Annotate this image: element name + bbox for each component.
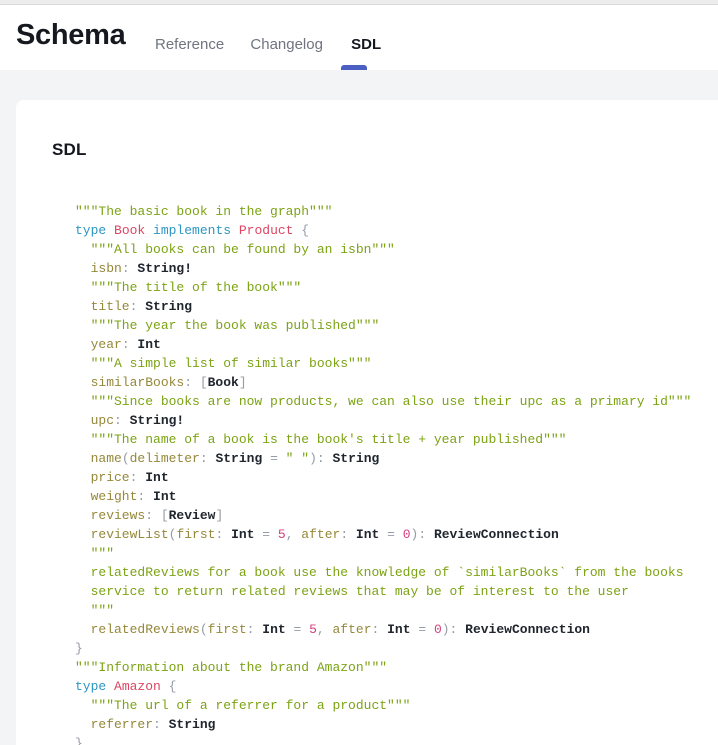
code-line: similarBooks: [Book] — [75, 373, 718, 392]
code-line: type Book implements Product { — [75, 221, 718, 240]
code-line: relatedReviews for a book use the knowle… — [75, 563, 718, 582]
code-line: """All books can be found by an isbn""" — [75, 240, 718, 259]
code-line: } — [75, 639, 718, 658]
code-line: """ — [75, 544, 718, 563]
tab-bar: Reference Changelog SDL — [155, 36, 381, 53]
code-line: name(delimeter: String = " "): String — [75, 449, 718, 468]
code-line: """ — [75, 601, 718, 620]
code-line: """The name of a book is the book's titl… — [75, 430, 718, 449]
code-line: price: Int — [75, 468, 718, 487]
page-header: Schema Reference Changelog SDL — [0, 5, 718, 71]
code-line: isbn: String! — [75, 259, 718, 278]
page-title: Schema — [16, 17, 125, 53]
sdl-card: SDL """The basic book in the graph"""typ… — [16, 100, 718, 745]
code-line: """A simple list of similar books""" — [75, 354, 718, 373]
code-line: """The year the book was published""" — [75, 316, 718, 335]
sdl-code-block: """The basic book in the graph"""type Bo… — [75, 202, 718, 745]
code-line: type Amazon { — [75, 677, 718, 696]
code-line: title: String — [75, 297, 718, 316]
code-line: """The url of a referrer for a product""… — [75, 696, 718, 715]
tab-sdl[interactable]: SDL — [351, 36, 381, 53]
code-line: """Information about the brand Amazon""" — [75, 658, 718, 677]
tab-reference[interactable]: Reference — [155, 36, 224, 53]
code-line: upc: String! — [75, 411, 718, 430]
code-line: year: Int — [75, 335, 718, 354]
code-line: reviews: [Review] — [75, 506, 718, 525]
code-line: referrer: String — [75, 715, 718, 734]
code-line: """The basic book in the graph""" — [75, 202, 718, 221]
code-line: } — [75, 734, 718, 745]
tab-changelog[interactable]: Changelog — [250, 36, 323, 53]
code-line: reviewList(first: Int = 5, after: Int = … — [75, 525, 718, 544]
code-line: weight: Int — [75, 487, 718, 506]
sdl-heading: SDL — [52, 140, 718, 160]
code-line: service to return related reviews that m… — [75, 582, 718, 601]
code-line: """Since books are now products, we can … — [75, 392, 718, 411]
code-line: relatedReviews(first: Int = 5, after: In… — [75, 620, 718, 639]
content-background: SDL """The basic book in the graph"""typ… — [0, 70, 718, 745]
code-line: """The title of the book""" — [75, 278, 718, 297]
